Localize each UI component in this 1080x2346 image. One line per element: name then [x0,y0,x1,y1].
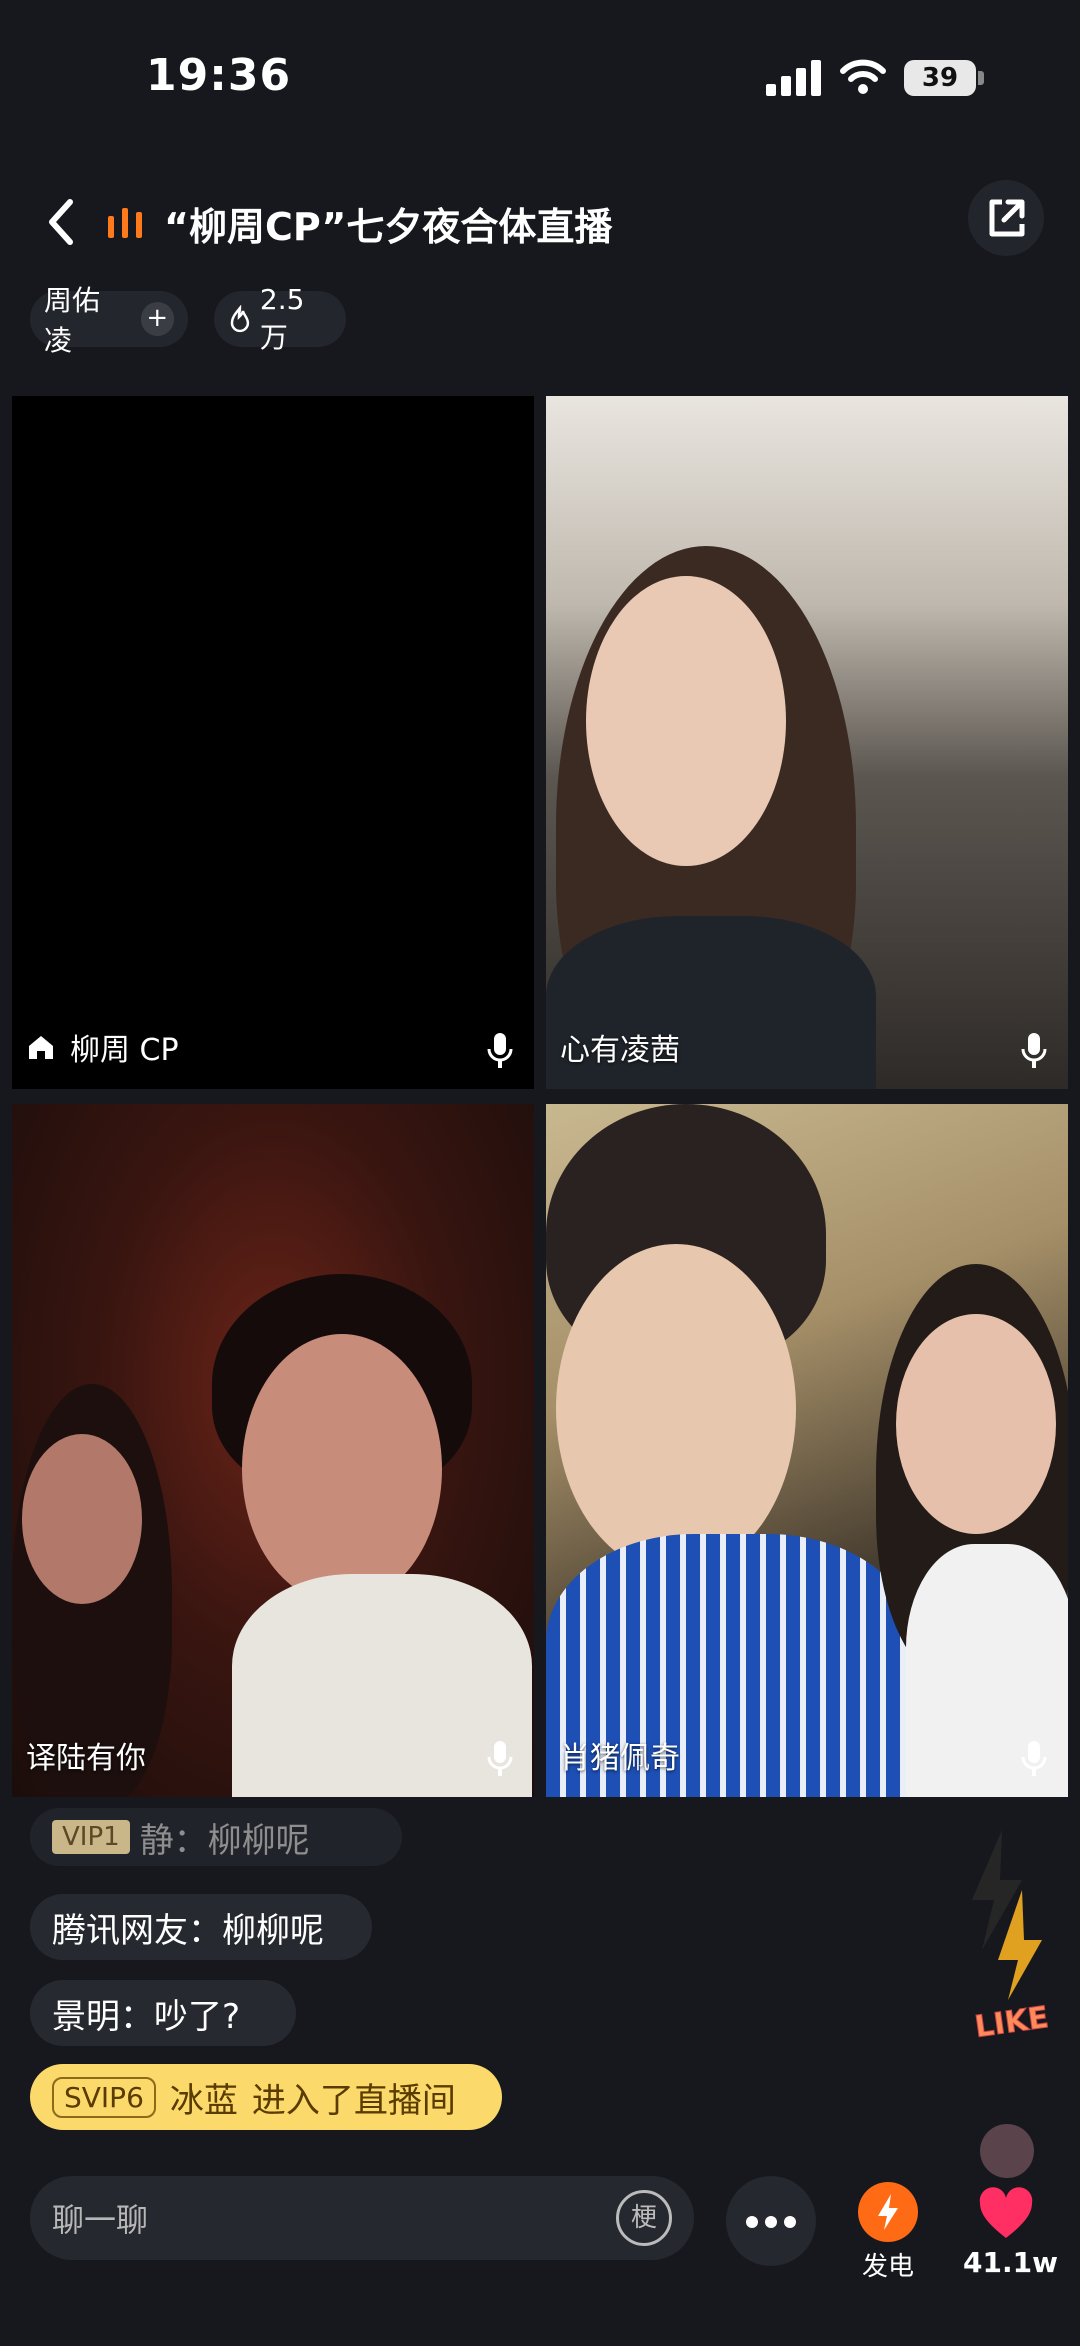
video-tile-guest-1[interactable]: 心有凌茜 [546,396,1068,1089]
mic-icon [487,1741,513,1776]
chat-input-placeholder: 聊一聊 [52,2201,149,2239]
more-button[interactable] [726,2176,816,2266]
like-sticker-icon: LIKE [972,1830,1051,2040]
battery-tip [978,71,984,85]
more-dot [746,2216,758,2228]
chat-text: 静：柳柳呢 [139,1820,310,1861]
person-face [556,1244,796,1574]
video-tile-host[interactable]: 柳周 CP [12,396,534,1089]
person-face [22,1434,142,1604]
svip-badge: SVIP6 [52,2076,156,2118]
wifi-icon [840,59,886,94]
person-face [896,1314,1056,1534]
tile-name: 心有凌茜 [560,1033,680,1068]
like-button[interactable] [976,2186,1036,2242]
video-tile-guest-3[interactable]: 肖猪佩奇 [546,1104,1068,1797]
heat-chip: 2.5万 [214,283,346,354]
live-indicator-icon [106,206,146,238]
mic-icon [1021,1741,1047,1776]
battery-icon: 39 [904,60,976,96]
vip-badge: VIP1 [52,1820,130,1854]
flame-icon [230,305,250,333]
mic-icon [487,1033,513,1068]
entry-user: 冰蓝 [169,2080,238,2121]
follow-button[interactable]: + [140,302,174,336]
like-sticker-text: LIKE [973,2000,1051,2040]
video-tile-guest-2[interactable]: 译陆有你 [12,1104,534,1797]
status-time: 19:36 [146,50,292,101]
chat-message: 景明：吵了? [30,1980,296,2046]
tile-label: 肖猪佩奇 [560,1733,680,1777]
person-face [586,576,786,866]
tile-name: 肖猪佩奇 [560,1741,680,1776]
chat-text: 腾讯网友：柳柳呢 [52,1910,324,1951]
chat-message: VIP1 静：柳柳呢 [30,1808,402,1866]
more-dot [765,2216,777,2228]
home-icon [29,1036,53,1059]
chat-message: 腾讯网友：柳柳呢 [30,1894,372,1960]
tile-label: 柳周 CP [26,1025,179,1069]
signal-icon [766,60,822,96]
room-title: “柳周CP”七夕夜合体直播 [164,205,613,249]
share-button[interactable] [968,180,1044,256]
status-bar: 19:36 39 [0,0,1080,150]
heat-count: 2.5万 [259,282,305,354]
person-face [242,1334,442,1604]
tile-name: 柳周 CP [70,1033,179,1068]
chat-text: 景明：吵了? [52,1996,241,2037]
mic-icon [1021,1033,1047,1068]
like-count: 41.1w [963,2246,1058,2279]
entry-action: 进入了直播间 [251,2080,456,2121]
entry-notice: SVIP6 冰蓝 进入了直播间 [30,2064,502,2130]
charge-label: 发电 [862,2252,915,2282]
tile-label: 心有凌茜 [560,1025,680,1069]
back-button[interactable] [40,196,84,248]
more-dot [784,2216,796,2228]
charge-button[interactable] [858,2182,918,2242]
lightning-icon [878,2194,898,2230]
host-chip[interactable]: 周佑凌 + [30,284,188,357]
chat-input[interactable]: 聊一聊 梗 [30,2176,694,2260]
share-icon [989,199,1025,237]
host-name: 周佑凌 [44,284,101,357]
tile-name: 译陆有你 [26,1741,146,1776]
tile-label: 译陆有你 [26,1733,146,1777]
gift-avatar [980,2124,1034,2178]
meme-button[interactable]: 梗 [616,2190,672,2246]
